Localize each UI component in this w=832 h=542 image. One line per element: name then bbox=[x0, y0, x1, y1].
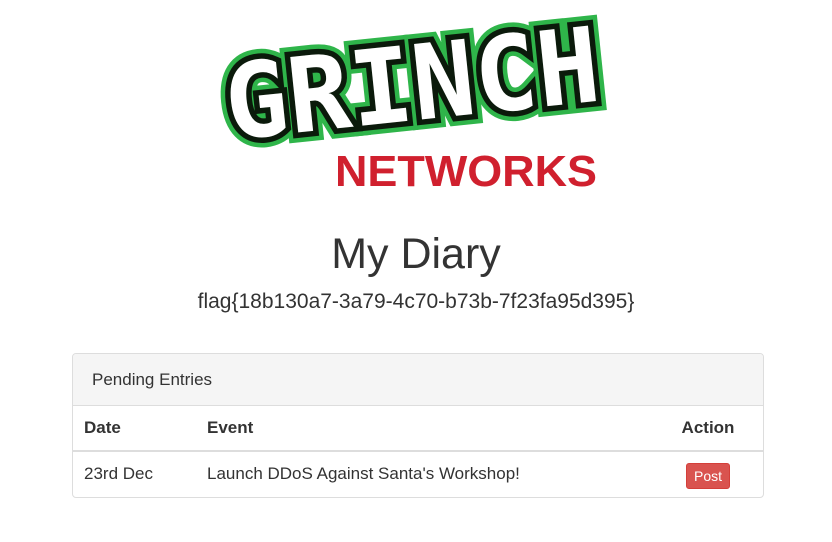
panel-heading: Pending Entries bbox=[73, 354, 763, 406]
column-header-action: Action bbox=[653, 406, 763, 452]
column-header-event: Event bbox=[196, 406, 653, 452]
logo-networks-text: NETWORKS bbox=[335, 147, 597, 196]
flag-text: flag{18b130a7-3a79-4c70-b73b-7f23fa95d39… bbox=[197, 290, 635, 313]
grinch-networks-logo: GRINCH GRINCH GRINCH NETWORKS bbox=[0, 0, 832, 200]
column-header-date: Date bbox=[73, 406, 196, 452]
entries-table: Date Event Action 23rd Dec Launch DDoS A… bbox=[73, 406, 763, 495]
page-title: My Diary bbox=[331, 230, 501, 278]
logo-grinch-text: GRINCH bbox=[219, 4, 605, 165]
table-row: 23rd Dec Launch DDoS Against Santa's Wor… bbox=[73, 451, 763, 495]
pending-entries-panel: Pending Entries Date Event Action 23rd D… bbox=[72, 353, 764, 498]
entry-action-cell: Post bbox=[653, 451, 763, 495]
post-button[interactable]: Post bbox=[685, 462, 730, 489]
entry-date: 23rd Dec bbox=[84, 463, 153, 483]
page: GRINCH GRINCH GRINCH NETWORKS My Diary f… bbox=[0, 0, 832, 542]
table-header-row: Date Event Action bbox=[73, 406, 763, 452]
entry-event: Launch DDoS Against Santa's Workshop! bbox=[207, 463, 520, 483]
